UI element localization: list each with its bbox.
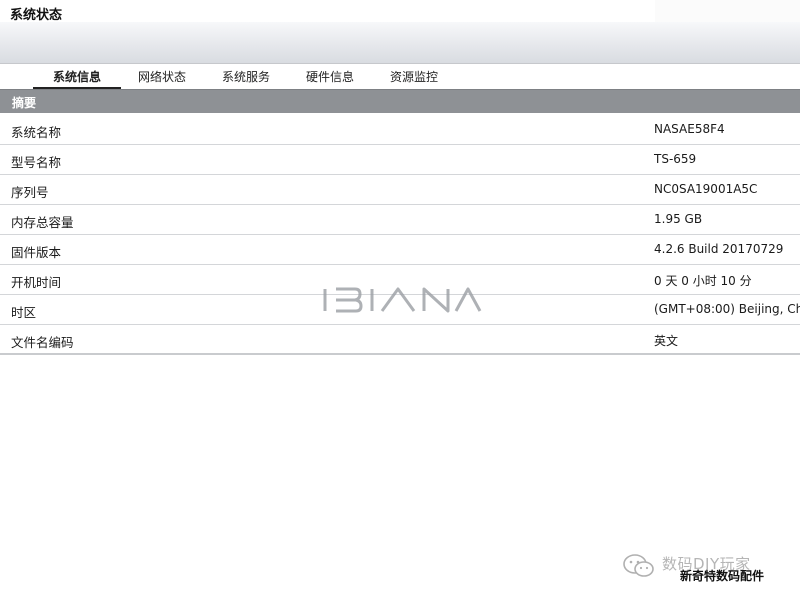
row-label: 固件版本 — [11, 245, 62, 260]
row-total-memory: 内存总容量 1.95 GB — [0, 205, 800, 235]
tab-bar: 系统信息 网络状态 系统服务 硬件信息 资源监控 — [0, 66, 800, 89]
row-firmware-version: 固件版本 4.2.6 Build 20170729 — [0, 235, 800, 265]
summary-section-header: 摘要 — [0, 89, 800, 113]
title-bar-corner — [655, 0, 800, 22]
tab-network-status[interactable]: 网络状态 — [128, 68, 196, 87]
tab-system-services[interactable]: 系统服务 — [212, 68, 280, 87]
tab-hardware-info[interactable]: 硬件信息 — [296, 68, 364, 87]
row-model-name: 型号名称 TS-659 — [0, 145, 800, 175]
row-label: 序列号 — [11, 185, 49, 200]
row-filename-encoding: 文件名编码 英文 — [0, 325, 800, 355]
ibian-logo-icon — [323, 287, 482, 313]
row-serial-number: 序列号 NC0SA19001A5C — [0, 175, 800, 205]
row-value: 0 天 0 小时 10 分 — [654, 274, 752, 288]
watermark-slogan-text: 新奇特数码配件 — [680, 569, 765, 583]
row-system-name: 系统名称 NASAE58F4 — [0, 115, 800, 145]
row-value: NASAE58F4 — [654, 122, 725, 136]
row-value: (GMT+08:00) Beijing, Chon — [654, 302, 800, 316]
summary-header-label: 摘要 — [12, 96, 37, 110]
table-bottom-border — [0, 353, 800, 355]
row-label: 内存总容量 — [11, 215, 74, 230]
row-value: 1.95 GB — [654, 212, 703, 226]
row-label: 文件名编码 — [11, 335, 74, 350]
system-status-page: 系统状态 系统信息 网络状态 系统服务 硬件信息 资源监控 摘要 系统名称 NA… — [0, 0, 800, 600]
row-value: TS-659 — [654, 152, 697, 166]
row-label: 型号名称 — [11, 155, 62, 170]
corner-watermark: 数码DIY玩家 新奇特数码配件 — [622, 551, 800, 591]
title-bar: 系统状态 — [0, 0, 800, 24]
row-value: NC0SA19001A5C — [654, 182, 758, 196]
row-value: 英文 — [654, 334, 679, 348]
row-label: 时区 — [11, 305, 37, 320]
window-title: 系统状态 — [10, 8, 63, 23]
row-label: 系统名称 — [11, 125, 62, 140]
summary-table: 系统名称 NASAE58F4 型号名称 TS-659 序列号 NC0SA1900… — [0, 115, 800, 355]
header-banner — [0, 22, 800, 64]
tab-resource-monitor[interactable]: 资源监控 — [380, 68, 448, 87]
row-label: 开机时间 — [11, 275, 62, 290]
tab-system-info[interactable]: 系统信息 — [33, 68, 121, 89]
wechat-icon — [623, 554, 654, 577]
ibian-watermark-logo — [322, 285, 482, 319]
row-value: 4.2.6 Build 20170729 — [654, 242, 784, 256]
